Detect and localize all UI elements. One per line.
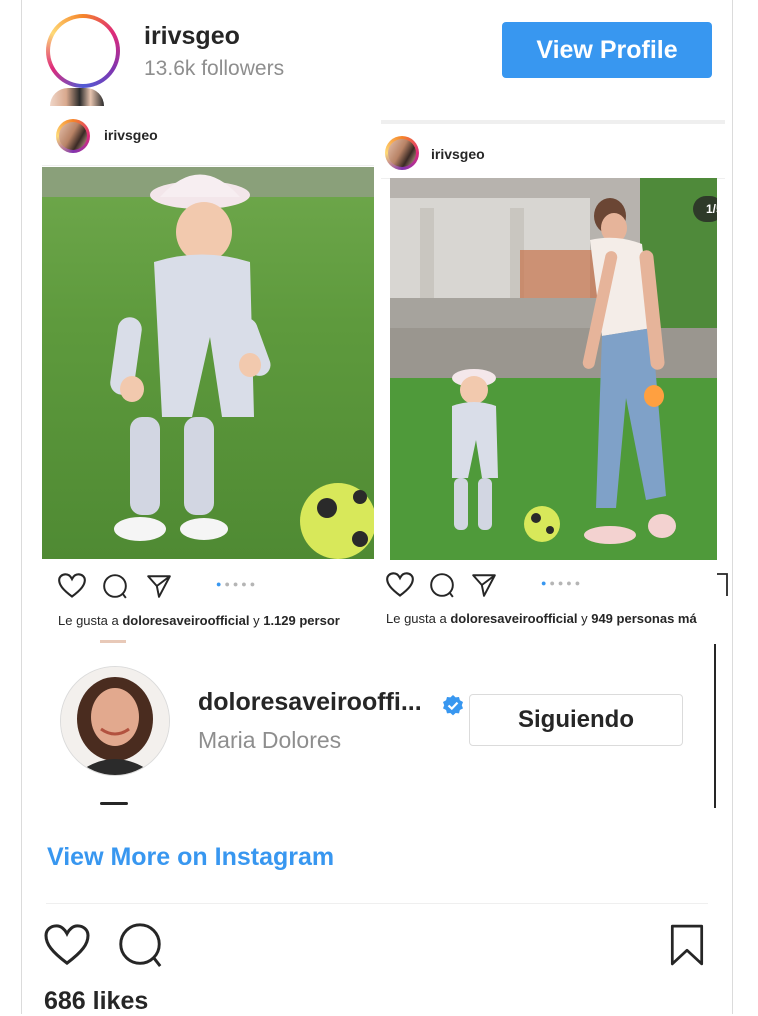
comment-icon[interactable] — [429, 572, 455, 598]
carousel-dots: ●●●●● — [541, 578, 584, 588]
collage-avatar — [56, 119, 90, 153]
collage-avatar — [385, 136, 419, 170]
bookmark-icon[interactable] — [715, 572, 729, 598]
divider — [46, 903, 708, 904]
share-icon[interactable] — [471, 572, 497, 598]
suggested-username[interactable]: doloresaveirooffi... — [198, 688, 422, 717]
carousel-counter: 1/5 — [706, 202, 717, 216]
share-icon[interactable] — [146, 573, 172, 599]
collage-avatar-peek — [50, 88, 104, 106]
collage-post-right: irivsgeo 1/ ●●●●● Le gusta a doloresavei… — [381, 120, 728, 633]
bookmark-icon[interactable] — [670, 924, 704, 966]
likes-summary: Le gusta a doloresaveiroofficial y 1.129… — [58, 613, 340, 628]
post-photo — [42, 167, 374, 559]
heart-icon[interactable] — [386, 572, 414, 598]
suggested-real-name: Maria Dolores — [198, 727, 342, 753]
post-photo: 1/5 — [390, 178, 717, 560]
following-button[interactable]: Siguiendo — [469, 694, 683, 746]
heart-icon[interactable] — [58, 573, 86, 599]
view-more-link[interactable]: View More on Instagram — [47, 843, 334, 872]
panel-border — [714, 644, 716, 808]
decorative-line — [100, 640, 126, 643]
collage-post-left: irivsgeo ●●●●● Le gusta a doloresaveiroo… — [42, 113, 374, 633]
suggested-avatar[interactable] — [60, 666, 170, 776]
profile-username[interactable]: irivsgeo — [144, 22, 240, 51]
comment-icon[interactable] — [118, 922, 162, 968]
verified-badge-icon — [443, 695, 463, 716]
collage-username: irivsgeo — [104, 127, 158, 143]
collage-username: irivsgeo — [431, 146, 485, 162]
comment-icon[interactable] — [102, 573, 128, 599]
follower-count: 13.6k followers — [144, 57, 285, 80]
likes-summary: Le gusta a doloresaveiroofficial y 949 p… — [386, 611, 697, 626]
heart-icon[interactable] — [44, 924, 90, 966]
carousel-dots: ●●●●● — [216, 579, 259, 589]
likes-count: 686 likes — [44, 987, 149, 1015]
profile-avatar[interactable] — [46, 14, 120, 88]
decorative-line — [100, 802, 128, 805]
view-profile-button[interactable]: View Profile — [502, 22, 712, 78]
